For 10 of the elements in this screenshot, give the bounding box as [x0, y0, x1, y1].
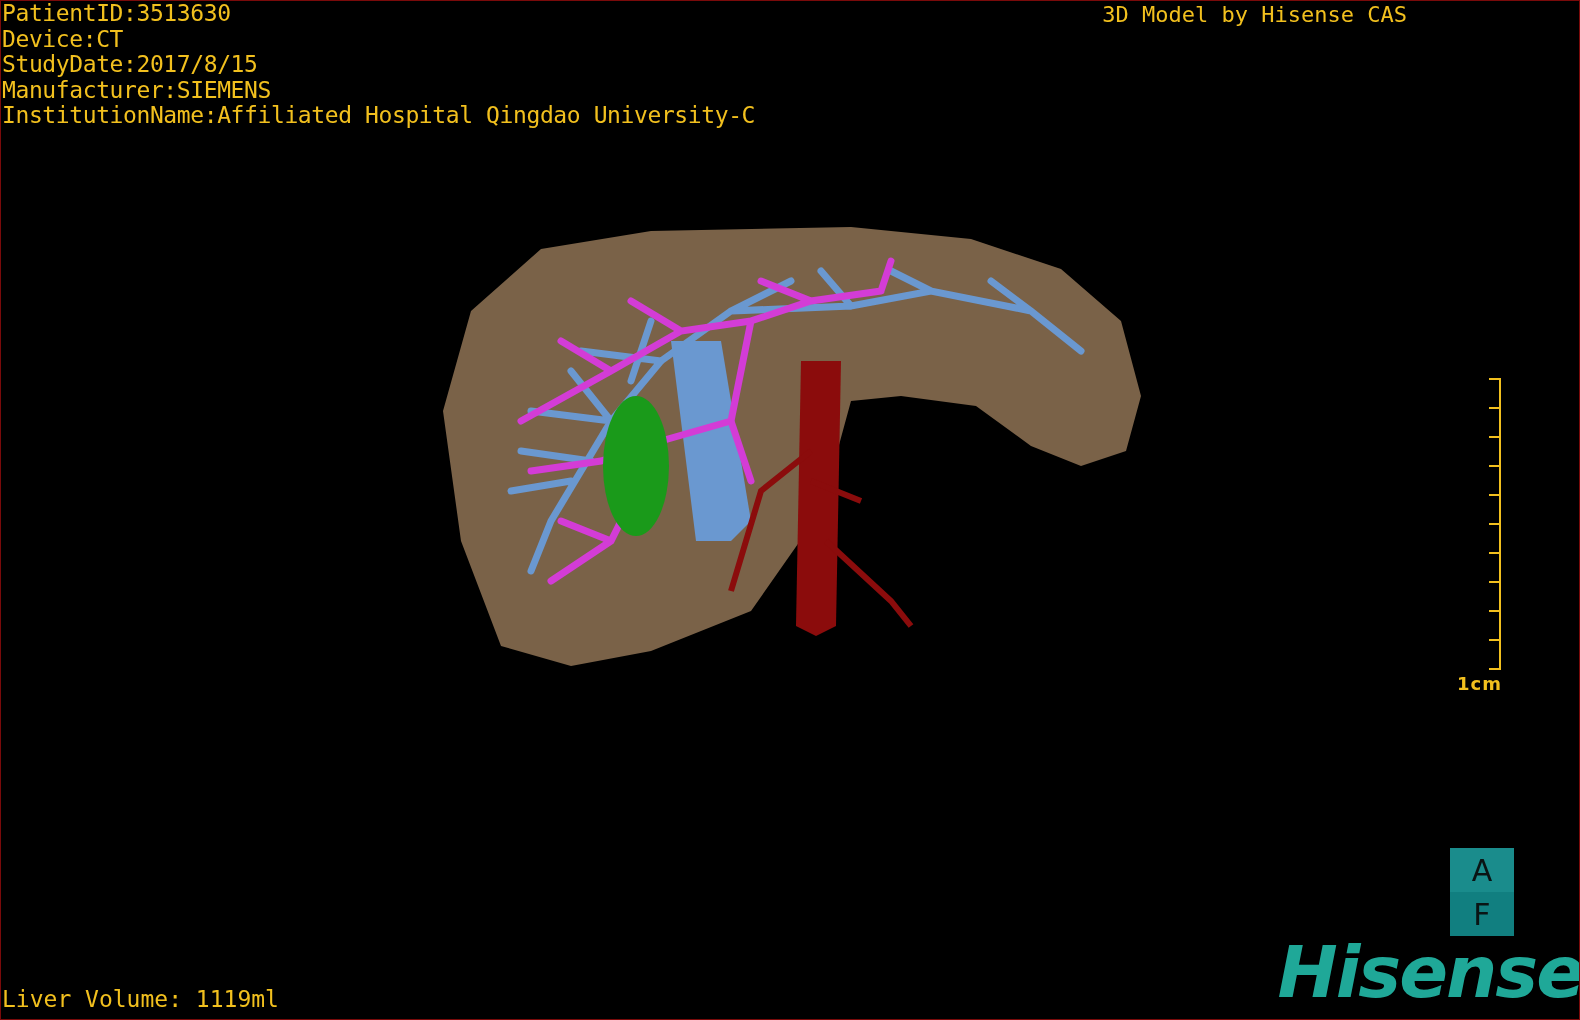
- patient-info-line: StudyDate:2017/8/15: [2, 52, 259, 78]
- patient-info-line: Device:CT: [2, 26, 125, 52]
- orientation-face[interactable]: F: [1450, 892, 1514, 936]
- model-title: 3D Model by Hisense CAS: [1102, 1, 1407, 29]
- patient-info-line: InstitutionName:Affiliated Hospital Qingdao University-C: [2, 103, 756, 129]
- orientation-face[interactable]: A: [1450, 848, 1514, 892]
- patient-info-line: Manufacturer:SIEMENS: [2, 77, 272, 103]
- liver-volume: Liver Volume: 1119ml: [1, 985, 280, 1014]
- scale-label: 1cm: [1457, 673, 1502, 694]
- patient-info-line: PatientID:3513630: [2, 1, 232, 27]
